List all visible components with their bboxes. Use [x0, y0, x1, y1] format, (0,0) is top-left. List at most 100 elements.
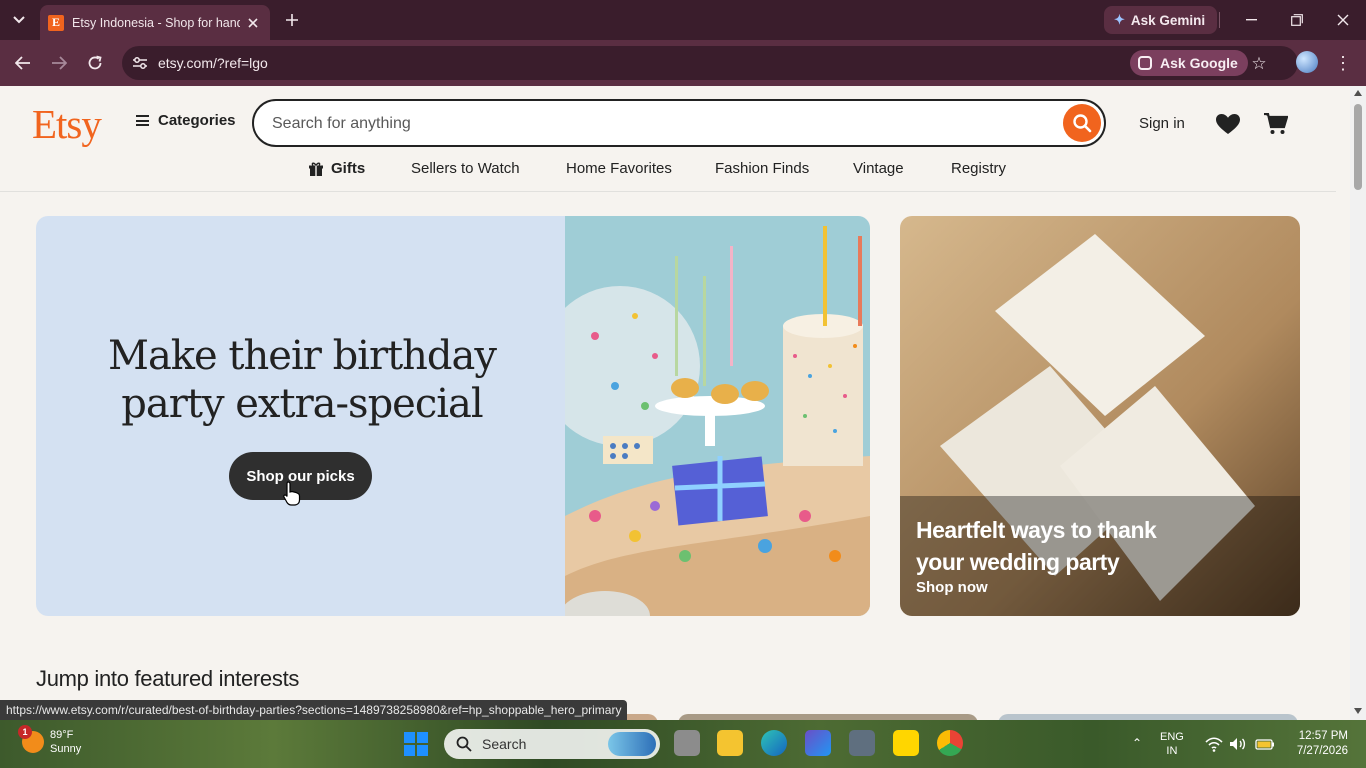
categories-label: Categories	[158, 112, 236, 129]
camera-app-icon[interactable]	[849, 730, 875, 756]
etsy-page: Etsy Categories Sign in Gifts Sellers to…	[0, 86, 1350, 720]
scroll-down-icon[interactable]	[1354, 708, 1362, 714]
hand-cursor-icon	[283, 481, 301, 506]
maximize-button[interactable]	[1282, 8, 1312, 32]
forward-arrow-icon	[52, 56, 67, 70]
url-text[interactable]: etsy.com/?ref=lgo	[158, 55, 268, 71]
page-scrollbar[interactable]	[1350, 86, 1366, 720]
search-highlight-image	[608, 732, 656, 756]
chrome-browser-icon[interactable]	[937, 730, 963, 756]
etsy-favicon-icon: E	[48, 14, 64, 31]
edge-browser-icon[interactable]	[761, 730, 787, 756]
hamburger-icon	[136, 115, 149, 126]
subnav-vintage[interactable]: Vintage	[853, 160, 904, 177]
volume-icon[interactable]	[1229, 736, 1247, 752]
subnav-gifts-label: Gifts	[331, 160, 366, 177]
heart-icon	[1216, 113, 1240, 134]
weather-temperature: 89°F	[50, 729, 74, 741]
close-icon	[1337, 14, 1349, 26]
input-language[interactable]: ENG IN	[1160, 730, 1184, 758]
chevron-up-icon[interactable]: ⌃	[1130, 736, 1144, 750]
featured-interests-heading: Jump into featured interests	[36, 666, 300, 691]
browser-tabstrip: E Etsy Indonesia - Shop for handmade ✦ A…	[0, 0, 1366, 40]
taskbar-search[interactable]: Search	[444, 729, 660, 759]
restore-icon	[1291, 14, 1303, 26]
site-info-button[interactable]	[130, 53, 150, 73]
wedding-card-title: Heartfelt ways to thank your wedding par…	[916, 517, 1157, 575]
close-icon	[248, 17, 258, 28]
search-icon	[1073, 114, 1092, 133]
tune-icon	[133, 57, 147, 69]
ask-google-label: Ask Google	[1160, 55, 1238, 71]
reload-icon	[88, 55, 102, 70]
hero-title: Make their birthday party extra-special	[108, 333, 497, 427]
cart-button[interactable]	[1262, 110, 1290, 138]
sun-icon: 1	[18, 725, 44, 753]
gemini-sparkle-icon: ✦	[1114, 12, 1125, 27]
back-button[interactable]	[11, 51, 35, 75]
subnav-home-favorites[interactable]: Home Favorites	[566, 160, 672, 177]
plus-icon	[286, 14, 298, 26]
task-view-icon[interactable]	[674, 730, 700, 756]
ask-gemini-button[interactable]: ✦ Ask Gemini	[1104, 6, 1218, 34]
tab-search-button[interactable]	[6, 8, 32, 32]
copilot-app-icon[interactable]	[805, 730, 831, 756]
favorites-button[interactable]	[1214, 110, 1242, 138]
subnav-sellers-to-watch[interactable]: Sellers to Watch	[411, 160, 520, 177]
search-bar	[252, 99, 1106, 147]
categories-button[interactable]: Categories	[136, 112, 236, 129]
hero-banner[interactable]: Make their birthday party extra-special …	[36, 216, 870, 616]
close-window-button[interactable]	[1328, 8, 1358, 32]
minimize-button[interactable]	[1236, 8, 1266, 32]
sticky-notes-icon[interactable]	[893, 730, 919, 756]
battery-icon[interactable]	[1255, 736, 1275, 752]
shop-now-link[interactable]: Shop now	[916, 579, 988, 596]
new-tab-button[interactable]	[280, 9, 304, 31]
gift-icon	[309, 162, 323, 176]
weather-widget[interactable]: 1 89°F Sunny	[18, 725, 81, 756]
search-input[interactable]	[272, 113, 1052, 135]
bookmark-star-icon[interactable]: ☆	[1248, 53, 1270, 75]
weather-description: Sunny	[50, 743, 82, 755]
weather-text: 89°F Sunny	[50, 728, 81, 756]
system-clock[interactable]: 12:57 PM 7/27/2026	[1284, 729, 1348, 759]
minimize-icon	[1245, 19, 1257, 21]
birthday-party-image	[565, 216, 870, 616]
search-icon	[456, 736, 472, 752]
scroll-up-icon[interactable]	[1354, 90, 1362, 96]
start-button[interactable]	[404, 732, 428, 756]
tab-title: Etsy Indonesia - Shop for handmade	[72, 15, 240, 30]
profile-avatar[interactable]	[1296, 51, 1318, 73]
reload-button[interactable]	[83, 51, 107, 75]
wifi-icon[interactable]	[1205, 736, 1223, 752]
windows-logo-icon	[417, 732, 428, 743]
scrollbar-thumb[interactable]	[1354, 104, 1362, 190]
windows-logo-icon	[417, 745, 428, 756]
language-code: ENG	[1160, 731, 1184, 743]
browser-tab-active[interactable]: E Etsy Indonesia - Shop for handmade	[40, 5, 270, 40]
file-explorer-icon[interactable]	[717, 730, 743, 756]
subnav-fashion-finds[interactable]: Fashion Finds	[715, 160, 809, 177]
tab-close-button[interactable]	[244, 14, 262, 32]
ask-google-button[interactable]: Ask Google	[1130, 50, 1248, 76]
taskbar-search-label: Search	[482, 736, 527, 752]
etsy-logo[interactable]: Etsy	[32, 100, 102, 148]
address-bar[interactable]: etsy.com/?ref=lgo Ask Google ☆	[122, 46, 1298, 80]
browser-menu-icon[interactable]: ⋮	[1334, 51, 1352, 75]
subnav-gifts[interactable]: Gifts	[309, 160, 365, 177]
browser-toolbar: etsy.com/?ref=lgo Ask Google ☆ ⋮	[0, 40, 1366, 86]
region-code: IN	[1166, 745, 1178, 757]
windows-logo-icon	[404, 745, 415, 756]
subnav-registry[interactable]: Registry	[951, 160, 1006, 177]
sign-in-link[interactable]: Sign in	[1139, 115, 1185, 132]
forward-button[interactable]	[47, 51, 71, 75]
google-lens-icon	[1138, 56, 1152, 70]
wedding-party-card[interactable]: Heartfelt ways to thank your wedding par…	[900, 216, 1300, 616]
notification-badge: 1	[18, 725, 32, 739]
divider	[1219, 12, 1220, 28]
search-button[interactable]	[1063, 104, 1101, 142]
chevron-down-icon	[13, 16, 25, 24]
windows-taskbar: 1 89°F Sunny Search ⌃ ENG IN 12:57 PM 7/…	[0, 720, 1366, 768]
sub-navigation: Gifts Sellers to Watch Home Favorites Fa…	[0, 154, 1336, 192]
ask-gemini-label: Ask Gemini	[1130, 12, 1206, 28]
